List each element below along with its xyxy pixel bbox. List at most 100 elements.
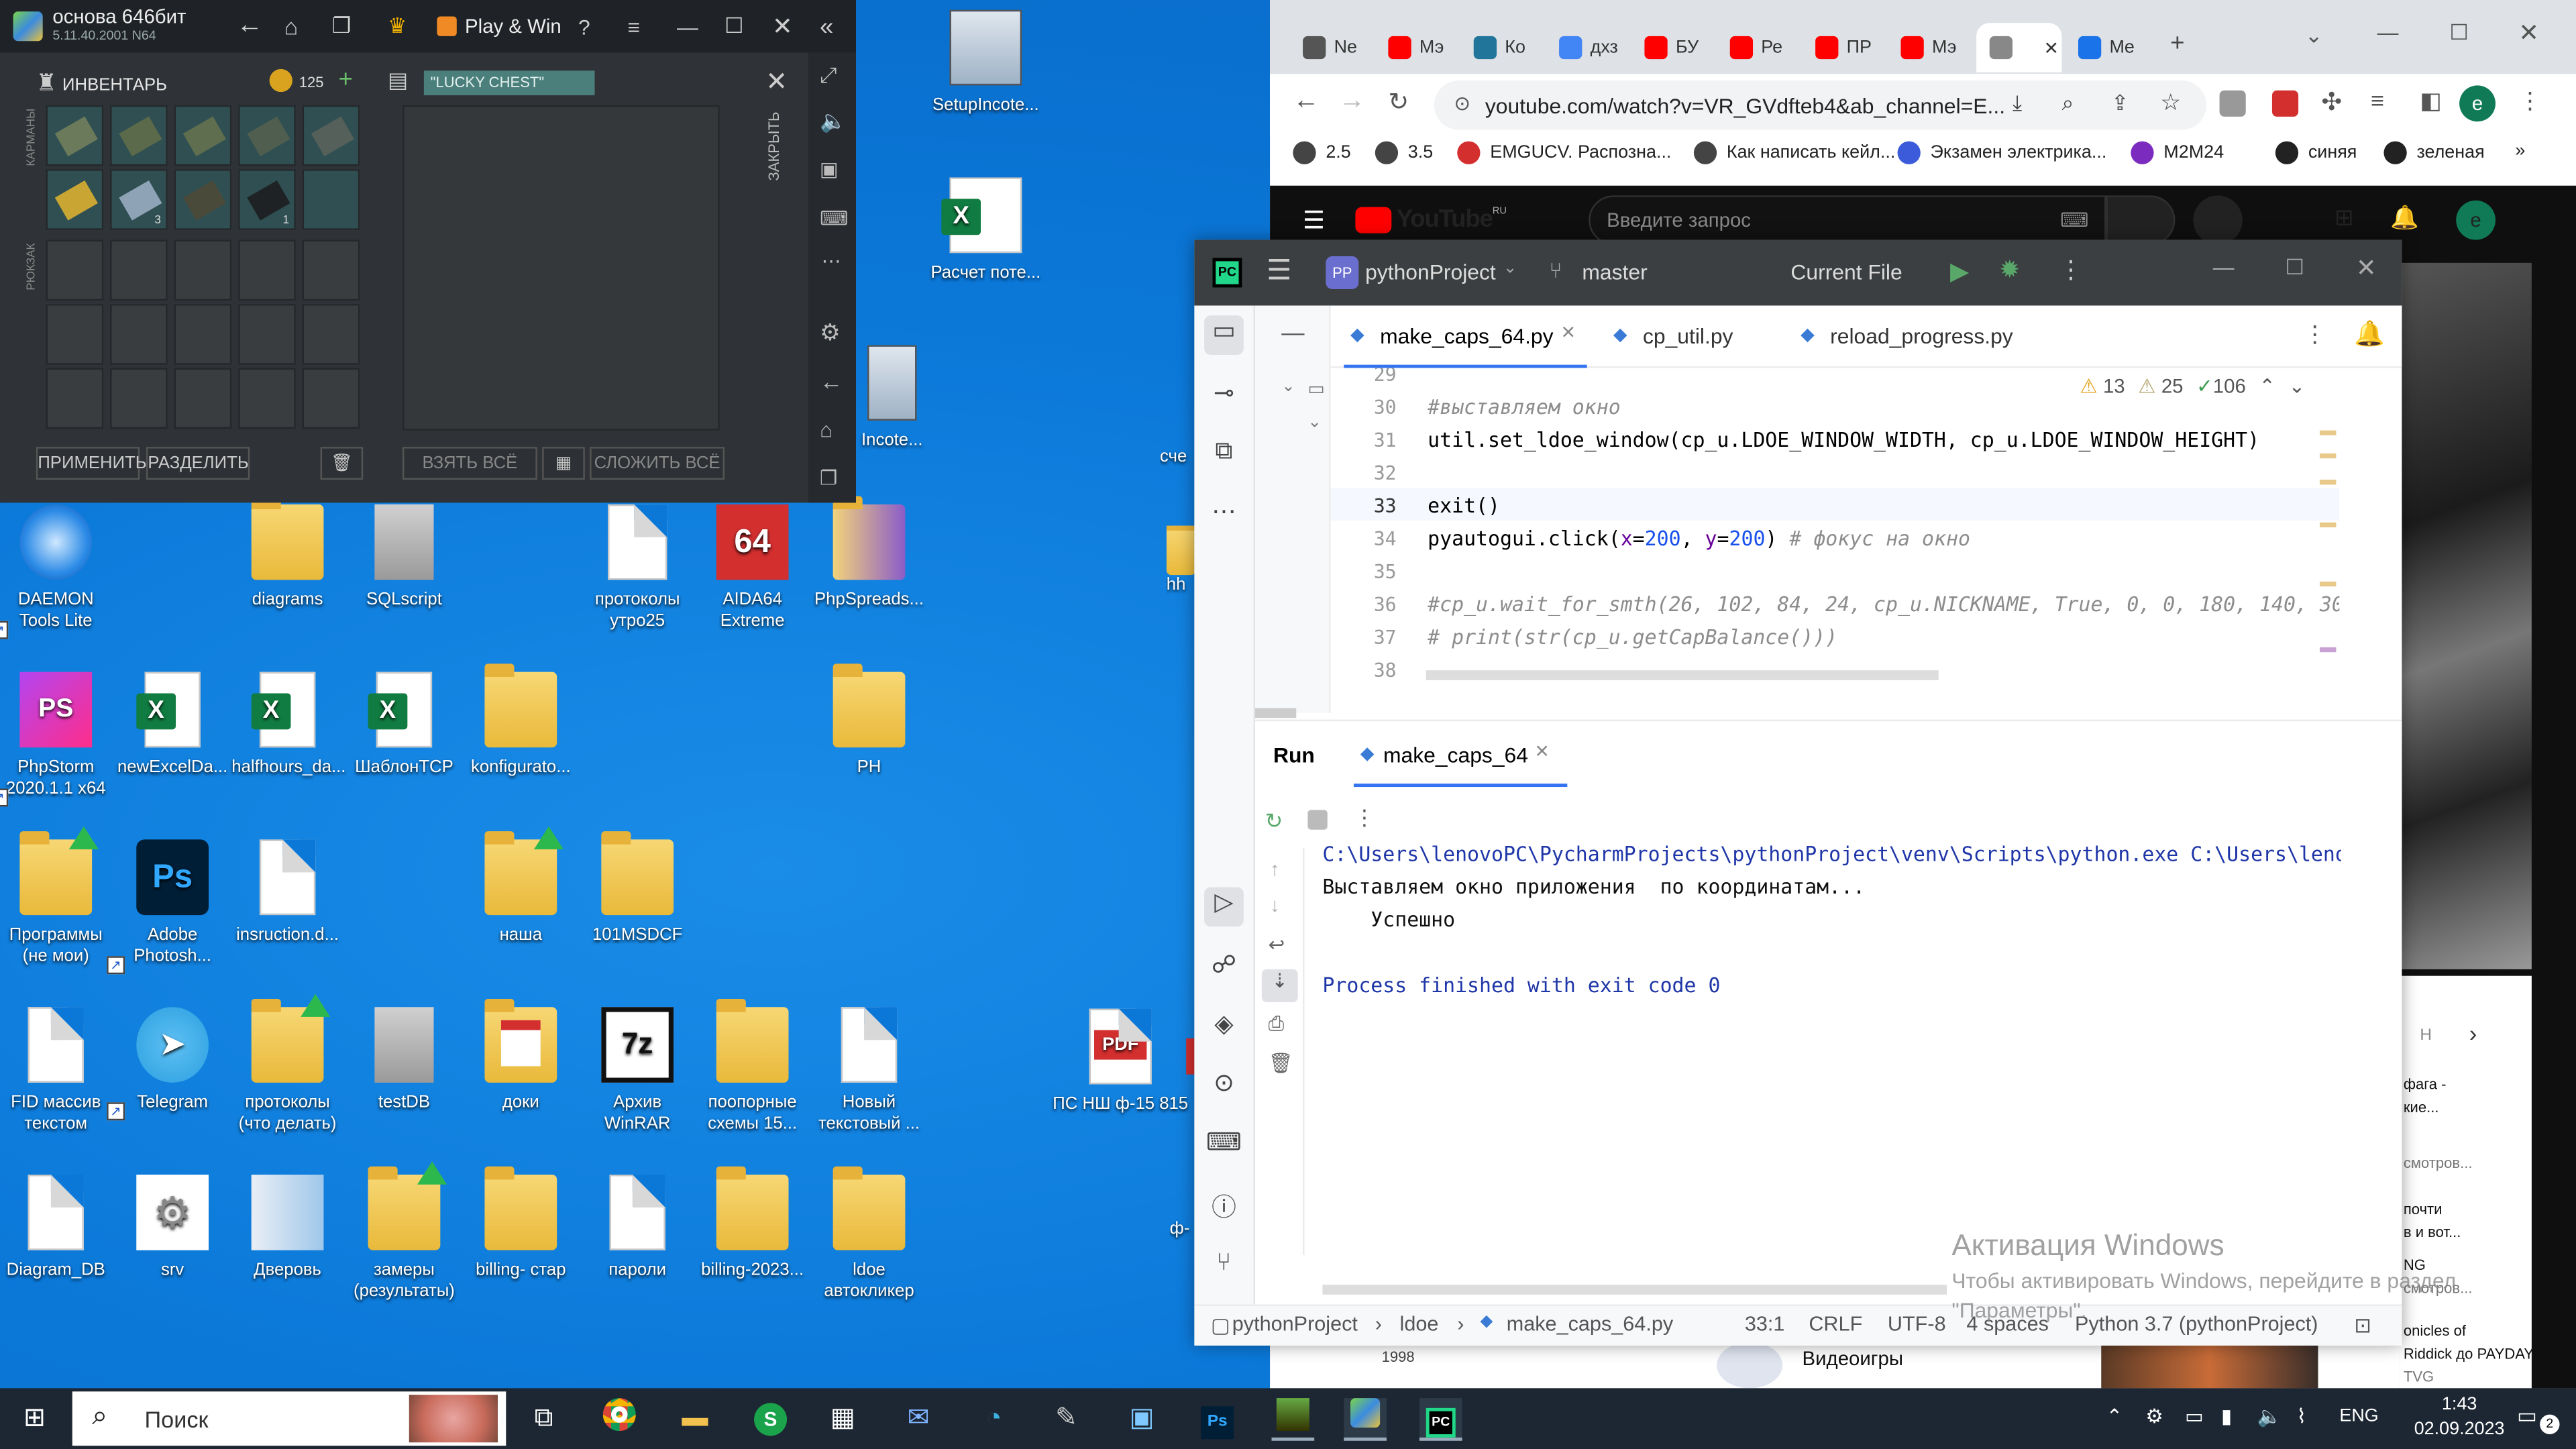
install-icon[interactable]: ⤓ <box>2012 91 2022 117</box>
back-icon[interactable]: ← <box>1293 87 1319 117</box>
android-home-icon[interactable]: ⌂ <box>820 417 833 442</box>
bookmarks-overflow-icon[interactable]: » <box>2515 142 2525 161</box>
desktop-icon[interactable]: PS ↗PhpStorm 2020.1.1 x64 <box>0 672 112 807</box>
desktop-icon[interactable]: billing- стар <box>465 1166 577 1281</box>
related-video-text[interactable]: фага - <box>2404 1076 2447 1092</box>
bookmark-item[interactable]: 2.5 <box>1293 141 1351 164</box>
inventory-slot[interactable] <box>302 239 360 301</box>
close-icon[interactable]: ✕ <box>2356 253 2377 283</box>
tab-options-icon[interactable]: ⋮ <box>2303 321 2326 349</box>
lock-icon[interactable]: ⊡ <box>2354 1313 2371 1337</box>
desktop-icon-incote[interactable]: Incote... <box>854 345 930 451</box>
battery-icon[interactable]: ▮ <box>2221 1405 2232 1428</box>
desktop-icon[interactable]: konfigurato... <box>465 663 577 779</box>
run-config[interactable]: Current File <box>1790 260 1902 284</box>
code-line[interactable]: #выставляем окно <box>1428 391 1621 424</box>
window-maximize-icon[interactable]: ☐ <box>2449 19 2469 46</box>
next-icon[interactable]: ⌄ <box>2289 374 2306 397</box>
puzzle-icon[interactable]: ✣ <box>2321 87 2342 117</box>
channel-avatar[interactable] <box>1717 1342 1783 1389</box>
share-icon[interactable]: ⇪ <box>2111 91 2129 117</box>
up-icon[interactable]: ↑ <box>1270 857 1280 880</box>
browser-tab[interactable]: БУ <box>1631 23 1717 72</box>
bookmark-item[interactable]: зеленая <box>2383 141 2485 164</box>
close-icon[interactable]: ✕ <box>772 11 793 42</box>
desktop-icon[interactable]: замеры (результаты) <box>348 1161 460 1303</box>
chrome-menu-icon[interactable]: ⋮ <box>2518 87 2541 115</box>
tab-search-icon[interactable]: ⌄ <box>2305 23 2323 49</box>
desktop-icon[interactable]: пароли <box>582 1175 694 1281</box>
more-actions-icon[interactable]: ⋮ <box>2059 255 2084 284</box>
desktop-icon-raschet[interactable]: X Расчет поте... <box>930 177 1042 284</box>
inventory-slot[interactable] <box>110 368 168 429</box>
volume-icon[interactable]: 🔈 <box>2257 1405 2282 1428</box>
desktop-icon[interactable]: Ps ↗ Adobe Photosh... <box>107 839 229 975</box>
window-close-icon[interactable]: ✕ <box>2518 18 2539 48</box>
ldoe-taskbar-icon[interactable] <box>1271 1398 1315 1441</box>
browser-tab[interactable]: Me <box>2065 23 2150 72</box>
rerun-icon[interactable]: ↻ <box>1265 808 1283 835</box>
scroll-to-end-icon[interactable]: ⇣ <box>1261 969 1298 1002</box>
debug-icon[interactable]: ✹ <box>1999 255 2020 284</box>
problems-icon[interactable]: ⓘ <box>1204 1189 1244 1229</box>
tab-reload-progress[interactable]: ◆ reload_progress.py <box>1794 306 2040 368</box>
browser-tab[interactable]: ПР <box>1803 23 1888 72</box>
hamburger-icon[interactable]: ☰ <box>1303 205 1325 235</box>
project-tool-icon[interactable]: ▭ <box>1204 315 1244 355</box>
maximize-icon[interactable]: ☐ <box>724 13 744 40</box>
horizontal-scrollbar[interactable] <box>1426 670 1939 680</box>
desktop-icon[interactable]: 64 AIDA64 Extreme <box>696 504 808 633</box>
tray-chevron-icon[interactable]: ⌃ <box>2106 1405 2123 1428</box>
down-icon[interactable]: ↓ <box>1270 894 1280 916</box>
desktop-icon[interactable]: Дверовь <box>231 1175 343 1281</box>
url-text[interactable]: youtube.com/watch?v=VR_GVdfteb4&ab_chann… <box>1485 94 2005 119</box>
minimize-icon[interactable]: — <box>2213 255 2235 280</box>
file-encoding[interactable]: UTF-8 <box>1888 1313 1946 1336</box>
bookmark-item[interactable]: Экзамен электрика... <box>1897 141 2106 164</box>
stop-icon[interactable] <box>1307 810 1328 830</box>
breadcrumb-project[interactable]: pythonProject <box>1232 1313 1358 1336</box>
chip[interactable]: Н <box>2420 1027 2432 1045</box>
bookmark-item[interactable]: M2M24 <box>2131 141 2224 164</box>
sidepanel-icon[interactable]: ◧ <box>2420 87 2441 115</box>
chevron-right-icon[interactable]: › <box>2469 1020 2477 1046</box>
inventory-slot[interactable]: 1 <box>238 169 296 230</box>
project-name[interactable]: pythonProject <box>1365 260 1496 284</box>
add-coins-icon[interactable]: + <box>338 66 352 94</box>
close-tab-icon[interactable]: ✕ <box>1534 741 1550 762</box>
settings-gear-icon[interactable]: ⚙ <box>820 319 841 347</box>
inventory-slot[interactable] <box>174 169 232 230</box>
desktop-icon[interactable]: поопорные схемы 15... <box>696 998 808 1135</box>
photos-icon[interactable]: ▣ <box>1120 1398 1163 1441</box>
code-line[interactable]: util.set_ldoe_window(cp_u.LDOE_WINDOW_WI… <box>1428 424 2259 457</box>
desktop-icon[interactable]: наша <box>465 826 577 946</box>
inventory-slot[interactable] <box>238 105 296 166</box>
related-video-text[interactable]: смотров... <box>2404 1155 2473 1171</box>
media-icon[interactable]: ≡ <box>2371 87 2384 113</box>
browser-tab[interactable]: Мэ <box>1375 23 1460 72</box>
more-icon[interactable]: ⋮ <box>1354 805 1375 831</box>
mic-icon[interactable]: 🎙 <box>2193 195 2243 245</box>
partial-icon[interactable]: hh <box>1166 525 1196 596</box>
print-icon[interactable]: ⎙ <box>1269 1012 1285 1037</box>
close-inventory-icon[interactable]: ✕ <box>765 66 788 99</box>
bookmark-item[interactable]: синяя <box>2275 141 2357 164</box>
collapse-icon[interactable]: — <box>1281 319 1304 345</box>
bookmark-star-icon[interactable]: ☆ <box>2160 89 2181 117</box>
back-arrow-icon[interactable]: ← <box>820 368 843 394</box>
bookmark-item[interactable]: 3.5 <box>1375 141 1433 164</box>
multi-instance-icon[interactable]: ❐ <box>332 13 352 40</box>
inventory-slot[interactable] <box>46 368 104 429</box>
sort-icon[interactable]: ▦ <box>542 447 585 480</box>
minimize-icon[interactable]: — <box>677 14 698 39</box>
console-output[interactable]: C:\Users\lenovoPC\PycharmProjects\python… <box>1322 838 2341 1232</box>
prev-icon[interactable]: ⌃ <box>2259 374 2275 397</box>
paint-icon[interactable]: ✎ <box>1045 1398 1088 1441</box>
related-video-text[interactable]: в и вот... <box>2404 1224 2461 1240</box>
desktop-icon[interactable]: FID массив текстом <box>0 1007 112 1135</box>
split-button[interactable]: РАЗДЕЛИТЬ <box>146 447 250 480</box>
inventory-slot[interactable]: 3 <box>110 169 168 230</box>
desktop-icon[interactable]: Программы (не мои) <box>0 826 112 967</box>
related-video-text[interactable]: onicles of <box>2404 1322 2466 1338</box>
desktop-icon[interactable]: PH <box>813 663 925 779</box>
